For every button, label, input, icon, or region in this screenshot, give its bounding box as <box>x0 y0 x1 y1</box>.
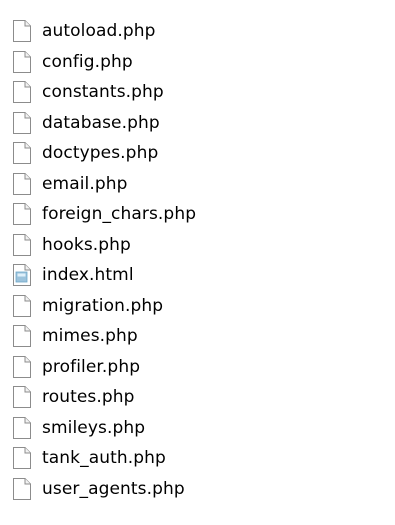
file-item[interactable]: mimes.php <box>12 321 382 352</box>
file-item[interactable]: profiler.php <box>12 352 382 383</box>
blank-document-icon <box>13 294 31 317</box>
html-document-icon <box>13 264 31 287</box>
blank-document-icon <box>13 355 31 378</box>
blank-document-icon <box>13 325 31 348</box>
file-item[interactable]: tank_auth.php <box>12 443 382 474</box>
file-item[interactable]: migration.php <box>12 291 382 322</box>
file-name: constants.php <box>42 82 164 103</box>
file-name: profiler.php <box>42 356 141 377</box>
blank-document-icon <box>13 233 31 256</box>
file-item[interactable]: constants.php <box>12 77 382 108</box>
file-item[interactable]: foreign_chars.php <box>12 199 382 230</box>
blank-document-icon <box>13 416 31 439</box>
blank-document-icon <box>13 477 31 500</box>
blank-document-icon <box>13 50 31 73</box>
file-item[interactable]: hooks.php <box>12 230 382 261</box>
file-item[interactable]: config.php <box>12 47 382 78</box>
file-item[interactable]: doctypes.php <box>12 138 382 169</box>
blank-document-icon <box>13 172 31 195</box>
file-name: routes.php <box>42 387 135 408</box>
file-name: config.php <box>42 51 133 72</box>
file-name: migration.php <box>42 295 164 316</box>
file-item[interactable]: index.html <box>12 260 382 291</box>
blank-document-icon <box>13 20 31 43</box>
file-item[interactable]: user_agents.php <box>12 474 382 505</box>
file-item[interactable]: email.php <box>12 169 382 200</box>
file-name: tank_auth.php <box>42 448 166 469</box>
blank-document-icon <box>13 447 31 470</box>
blank-document-icon <box>13 386 31 409</box>
blank-document-icon <box>13 203 31 226</box>
file-list: autoload.php config.php constants.php da… <box>12 16 382 504</box>
file-name: autoload.php <box>42 21 156 42</box>
file-item[interactable]: smileys.php <box>12 413 382 444</box>
blank-document-icon <box>13 111 31 134</box>
file-name: hooks.php <box>42 234 131 255</box>
file-name: database.php <box>42 112 160 133</box>
file-name: index.html <box>42 265 134 286</box>
file-name: user_agents.php <box>42 478 185 499</box>
file-item[interactable]: autoload.php <box>12 16 382 47</box>
blank-document-icon <box>13 81 31 104</box>
file-name: mimes.php <box>42 326 138 347</box>
file-item[interactable]: database.php <box>12 108 382 139</box>
file-item[interactable]: routes.php <box>12 382 382 413</box>
file-name: email.php <box>42 173 128 194</box>
file-name: foreign_chars.php <box>42 204 197 225</box>
blank-document-icon <box>13 142 31 165</box>
file-name: doctypes.php <box>42 143 159 164</box>
file-name: smileys.php <box>42 417 146 438</box>
